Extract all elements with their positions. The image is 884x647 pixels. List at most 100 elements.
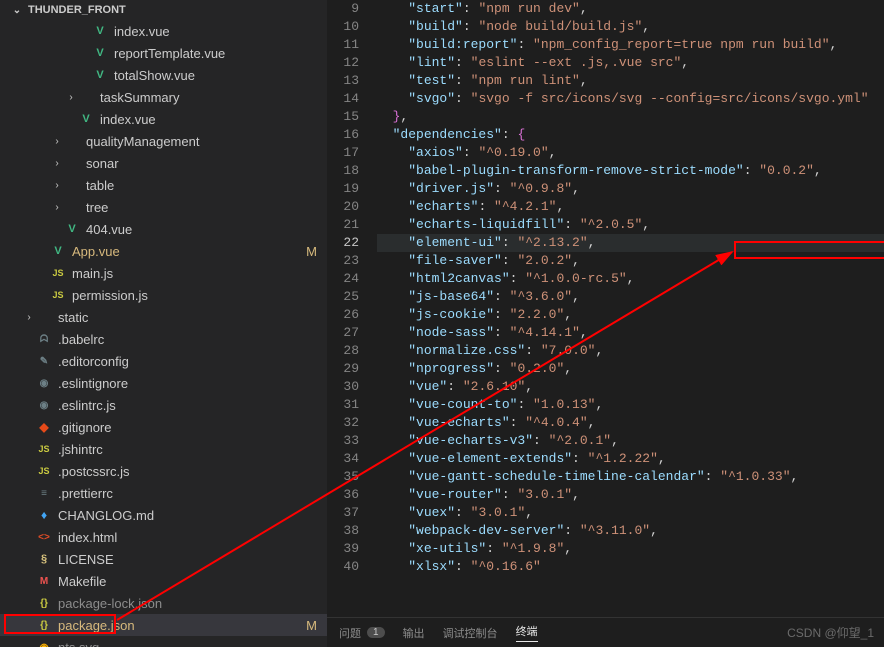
file-label: .prettierrc bbox=[58, 486, 317, 501]
modified-indicator: M bbox=[306, 244, 317, 259]
file-label: nts.svg bbox=[58, 640, 317, 647]
tree-item[interactable]: ›VApp.vueM bbox=[0, 240, 327, 262]
file-label: App.vue bbox=[72, 244, 306, 259]
tree-item[interactable]: ›≡.prettierrc bbox=[0, 482, 327, 504]
file-label: index.vue bbox=[100, 112, 317, 127]
tree-item[interactable]: ›JS.postcssrc.js bbox=[0, 460, 327, 482]
tree-item[interactable]: › qualityManagement bbox=[0, 130, 327, 152]
editor-pane: 9101112131415161718192021222324252627282… bbox=[327, 0, 884, 647]
file-icon: ◉ bbox=[36, 397, 52, 413]
file-icon: JS bbox=[50, 287, 66, 303]
file-label: qualityManagement bbox=[86, 134, 317, 149]
tree-item[interactable]: › sonar bbox=[0, 152, 327, 174]
chevron-icon: › bbox=[64, 92, 78, 103]
file-label: permission.js bbox=[72, 288, 317, 303]
file-icon: V bbox=[78, 111, 94, 127]
modified-indicator: M bbox=[306, 618, 317, 633]
file-icon: <> bbox=[36, 529, 52, 545]
project-root[interactable]: ⌄ THUNDER_FRONT bbox=[0, 0, 327, 20]
file-icon: ◆ bbox=[36, 419, 52, 435]
file-icon bbox=[64, 133, 80, 149]
file-label: Makefile bbox=[58, 574, 317, 589]
file-icon bbox=[64, 199, 80, 215]
file-label: index.vue bbox=[114, 24, 317, 39]
tab-debug-console[interactable]: 调试控制台 bbox=[443, 625, 498, 641]
chevron-down-icon: ⌄ bbox=[10, 5, 24, 16]
file-icon bbox=[64, 155, 80, 171]
chevron-icon: › bbox=[22, 312, 36, 323]
chevron-icon: › bbox=[50, 180, 64, 191]
chevron-icon: › bbox=[50, 136, 64, 147]
tree-item[interactable]: ›◆.gitignore bbox=[0, 416, 327, 438]
tree-item[interactable]: ›Vindex.vue bbox=[0, 108, 327, 130]
tree-item[interactable]: ›◉nts.svg bbox=[0, 636, 327, 647]
tree-item[interactable]: ›Vindex.vue bbox=[0, 20, 327, 42]
tab-output[interactable]: 输出 bbox=[403, 625, 425, 641]
tree-item[interactable]: › table bbox=[0, 174, 327, 196]
project-name: THUNDER_FRONT bbox=[28, 4, 126, 16]
file-icon: ◉ bbox=[36, 639, 52, 647]
tree-item[interactable]: ›JSmain.js bbox=[0, 262, 327, 284]
file-icon: V bbox=[92, 67, 108, 83]
file-label: sonar bbox=[86, 156, 317, 171]
tree-item[interactable]: ›✎.editorconfig bbox=[0, 350, 327, 372]
tree-item[interactable]: › tree bbox=[0, 196, 327, 218]
file-icon: ✎ bbox=[36, 353, 52, 369]
file-label: .gitignore bbox=[58, 420, 317, 435]
tree-item[interactable]: ›VtotalShow.vue bbox=[0, 64, 327, 86]
tree-item[interactable]: ›{}package-lock.json bbox=[0, 592, 327, 614]
file-label: table bbox=[86, 178, 317, 193]
file-icon: V bbox=[64, 221, 80, 237]
file-label: static bbox=[58, 310, 317, 325]
file-icon: {} bbox=[36, 617, 52, 633]
file-label: totalShow.vue bbox=[114, 68, 317, 83]
tab-problems[interactable]: 问题 1 bbox=[339, 625, 385, 641]
chevron-icon: › bbox=[50, 158, 64, 169]
file-icon: ≡ bbox=[36, 485, 52, 501]
file-label: index.html bbox=[58, 530, 317, 545]
tree-item[interactable]: ›JSpermission.js bbox=[0, 284, 327, 306]
tree-item[interactable]: ›§LICENSE bbox=[0, 548, 327, 570]
file-icon bbox=[36, 309, 52, 325]
file-icon bbox=[78, 89, 94, 105]
file-label: main.js bbox=[72, 266, 317, 281]
file-label: .babelrc bbox=[58, 332, 317, 347]
tree-item[interactable]: ›VreportTemplate.vue bbox=[0, 42, 327, 64]
file-label: package.json bbox=[58, 618, 306, 633]
file-icon: {} bbox=[36, 595, 52, 611]
tree-item[interactable]: ›{}package.jsonM bbox=[0, 614, 327, 636]
file-label: CHANGLOG.md bbox=[58, 508, 317, 523]
tab-terminal[interactable]: 终端 bbox=[516, 623, 538, 642]
chevron-icon: › bbox=[50, 202, 64, 213]
tree-item[interactable]: ›JS.jshintrc bbox=[0, 438, 327, 460]
file-tree: ›Vindex.vue›VreportTemplate.vue›VtotalSh… bbox=[0, 20, 327, 647]
file-label: 404.vue bbox=[86, 222, 317, 237]
tree-item[interactable]: › static bbox=[0, 306, 327, 328]
file-label: tree bbox=[86, 200, 317, 215]
file-label: .editorconfig bbox=[58, 354, 317, 369]
tree-item[interactable]: ›◉.eslintrc.js bbox=[0, 394, 327, 416]
file-label: .eslintrc.js bbox=[58, 398, 317, 413]
file-icon: ᗣ bbox=[36, 331, 52, 347]
file-label: reportTemplate.vue bbox=[114, 46, 317, 61]
tree-item[interactable]: ›ᗣ.babelrc bbox=[0, 328, 327, 350]
file-label: .jshintrc bbox=[58, 442, 317, 457]
file-label: package-lock.json bbox=[58, 596, 317, 611]
file-icon: M bbox=[36, 573, 52, 589]
code-content[interactable]: "start": "npm run dev", "build": "node b… bbox=[377, 0, 884, 617]
explorer-sidebar: ⌄ THUNDER_FRONT ›Vindex.vue›VreportTempl… bbox=[0, 0, 327, 647]
tree-item[interactable]: ›◉.eslintignore bbox=[0, 372, 327, 394]
tree-item[interactable]: ›V404.vue bbox=[0, 218, 327, 240]
tree-item[interactable]: ›<>index.html bbox=[0, 526, 327, 548]
file-icon: ◉ bbox=[36, 375, 52, 391]
file-label: LICENSE bbox=[58, 552, 317, 567]
file-label: taskSummary bbox=[100, 90, 317, 105]
tree-item[interactable]: ›MMakefile bbox=[0, 570, 327, 592]
file-icon: V bbox=[92, 45, 108, 61]
file-icon: JS bbox=[36, 463, 52, 479]
file-icon bbox=[64, 177, 80, 193]
tree-item[interactable]: › taskSummary bbox=[0, 86, 327, 108]
watermark: CSDN @仰望_1 bbox=[787, 624, 874, 641]
tree-item[interactable]: ›♦CHANGLOG.md bbox=[0, 504, 327, 526]
code-editor[interactable]: 9101112131415161718192021222324252627282… bbox=[327, 0, 884, 617]
